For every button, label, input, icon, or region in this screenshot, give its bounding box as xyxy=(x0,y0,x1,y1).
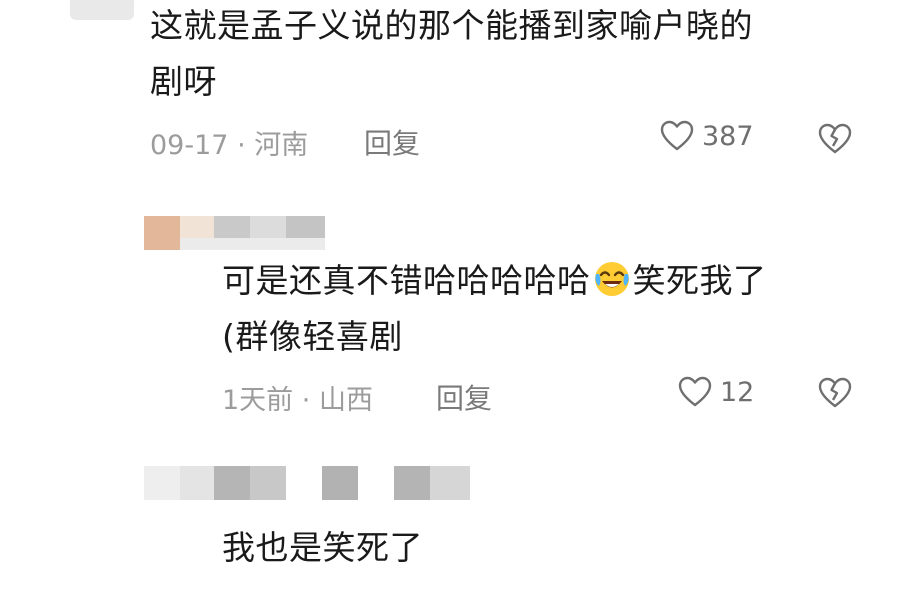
comment-location: 河南 xyxy=(254,130,309,161)
dislike-button[interactable] xyxy=(818,123,852,155)
broken-heart-icon xyxy=(818,123,852,155)
comment-text-line1: 这就是孟子义说的那个能播到家喻户晓的 xyxy=(150,6,753,45)
like-count: 387 xyxy=(702,120,754,152)
meta-separator: · xyxy=(237,130,246,161)
dislike-button[interactable] xyxy=(818,377,852,409)
reply-text-part2: 笑死我了 xyxy=(632,261,767,300)
avatar[interactable] xyxy=(144,466,180,500)
comment-meta: 09-17 · 河南 xyxy=(150,123,308,162)
comment-meta: 1天前 · 山西 xyxy=(222,378,373,417)
reply-text-line1: 可是还真不错哈哈哈哈哈 笑死我了 xyxy=(222,253,767,309)
broken-heart-icon xyxy=(818,377,852,409)
laughing-tears-emoji-icon xyxy=(593,259,631,297)
comment-date: 1天前 xyxy=(222,385,294,416)
meta-separator: · xyxy=(301,385,311,416)
reply-text-part1: 可是还真不错哈哈哈哈哈 xyxy=(222,261,591,300)
heart-icon xyxy=(678,376,712,408)
heart-icon xyxy=(660,120,694,152)
like-button[interactable]: 387 xyxy=(660,120,754,152)
reply-button[interactable]: 回复 xyxy=(364,122,420,162)
comment-text-line2: 剧呀 xyxy=(150,62,217,101)
comment-location: 山西 xyxy=(318,385,373,416)
avatar[interactable] xyxy=(70,0,134,20)
like-button[interactable]: 12 xyxy=(678,376,754,408)
avatar[interactable] xyxy=(144,216,180,250)
like-count: 12 xyxy=(720,376,755,408)
reply-button[interactable]: 回复 xyxy=(436,377,492,417)
username-blur-fade xyxy=(180,238,325,250)
username[interactable] xyxy=(180,466,470,500)
reply-text-line1: 我也是笑死了 xyxy=(222,528,423,567)
reply-text-line2: (群像轻喜剧 xyxy=(222,317,403,356)
comment-date: 09-17 xyxy=(150,130,229,161)
